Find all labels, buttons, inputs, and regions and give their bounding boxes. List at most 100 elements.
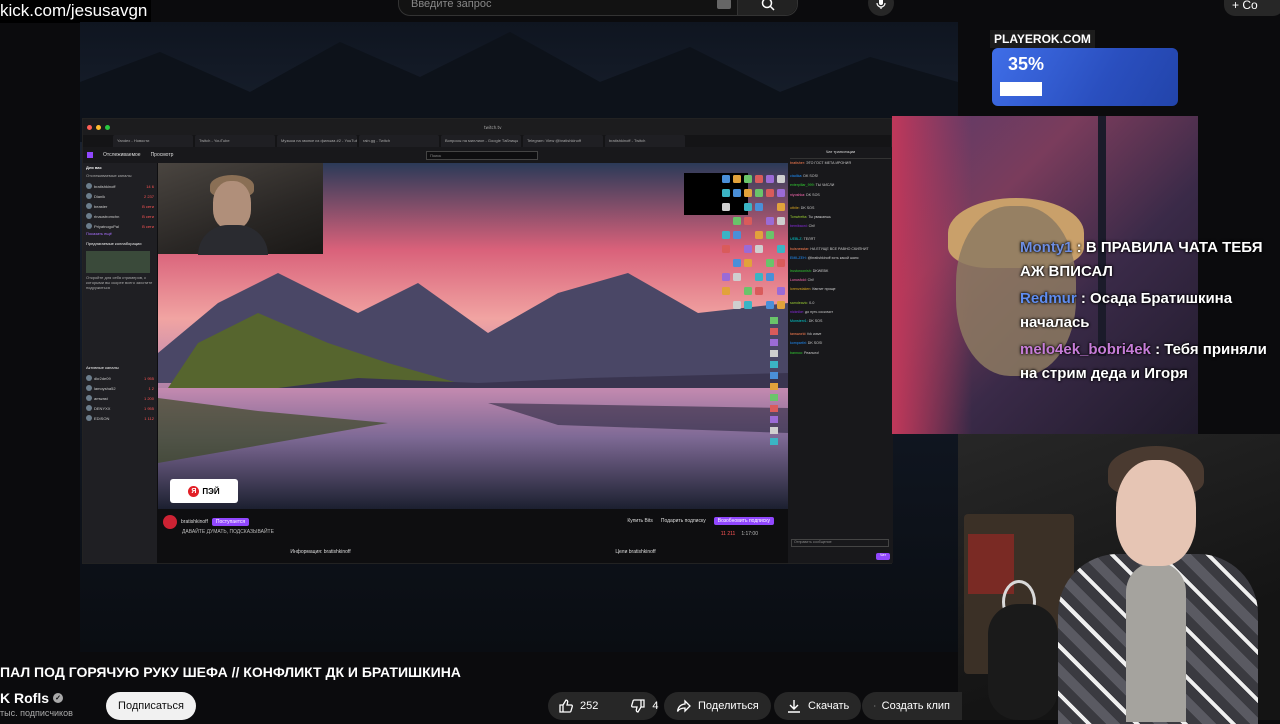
collab-thumbnail[interactable] (86, 251, 150, 273)
voice-search-button[interactable] (868, 0, 894, 16)
twitch-chat: Чат трансляции bratisher: ЭТО ГОСТ МЕТА … (788, 147, 893, 563)
sidebar-channel[interactable]: rinaustromchnВ сети (86, 211, 154, 221)
sidebar-channel[interactable]: lamoysha521 2 (86, 383, 154, 393)
create-button[interactable]: + Со (1224, 0, 1280, 16)
desktop-icon (777, 203, 785, 211)
desktop-icon (733, 231, 741, 239)
chat-message: nicknike: до путь соскочит (790, 310, 891, 315)
goals-tab[interactable]: Цели bratishkinoff (615, 549, 655, 555)
maximize-window-icon[interactable] (105, 125, 110, 130)
chat-message: Monsterv1: DK SOS (790, 319, 891, 324)
desktop-icon (722, 189, 730, 197)
desktop-icon (770, 361, 778, 368)
chat-input[interactable]: Отправить сообщение (791, 539, 889, 547)
dislike-button[interactable]: 4 (620, 692, 668, 720)
browser-tab[interactable]: Telegram: View @bratishkinoff (523, 135, 603, 147)
avatar (86, 375, 92, 381)
chat-message: bemibaoni: Chi! (790, 224, 891, 229)
desktop-icon (744, 175, 752, 183)
desktop-icon (777, 175, 785, 183)
close-window-icon[interactable] (87, 125, 92, 130)
share-button[interactable]: Поделиться (664, 692, 771, 720)
search-button[interactable] (737, 0, 797, 15)
search-box[interactable]: Введите запрос (398, 0, 798, 16)
browser-tab[interactable]: bratishkinoff - Twitch (605, 135, 685, 147)
search-icon (761, 0, 775, 11)
sidebar-channel[interactable]: PriyatnogoPalВ сети (86, 221, 154, 231)
minimize-window-icon[interactable] (96, 125, 101, 130)
chat-message: lorenzstaken: Квитит проще (790, 287, 891, 292)
search-input[interactable]: Введите запрос (399, 0, 717, 10)
desktop-icon (766, 217, 774, 225)
overlay-message: Monty1 : В ПРАВИЛА ЧАТА ТЕБЯ АЖ ВПИСАЛ (1020, 236, 1280, 284)
desktop-icon (777, 189, 785, 197)
chat-message: samdeavic: 0-0 (790, 301, 891, 306)
thumbs-up-icon (558, 698, 574, 714)
uptime: 1:17:00 (741, 531, 758, 537)
sidebar-channel[interactable]: amwast1 200 (86, 393, 154, 403)
follow-button[interactable]: Поступается (212, 518, 249, 526)
kick-url-text: kick.com/jesusavgn (0, 0, 151, 23)
download-button[interactable]: Скачать (774, 692, 861, 720)
subscribe-button[interactable]: Подписаться (106, 692, 196, 720)
channel-name[interactable]: K Rofls✓ (0, 690, 63, 706)
show-more-link[interactable]: Показать ещё (86, 231, 154, 241)
twitch-browser-window: twitch.tv Yandex - Новости Twitch - YouT… (82, 118, 892, 564)
desktop-icon (770, 328, 778, 335)
keyboard-icon[interactable] (717, 0, 731, 9)
sidebar-channel[interactable]: bratishkinoff14 6 (86, 181, 154, 191)
info-tab[interactable]: Информация: bratishkinoff (290, 549, 350, 555)
promo-title: PLAYEROK.COM (990, 30, 1095, 48)
sidebar-channel[interactable]: EDISON1 112 (86, 413, 154, 423)
desktop-icon (744, 287, 752, 295)
twitch-search-input[interactable]: Поиск (426, 151, 538, 160)
clip-button[interactable]: Создать клип (862, 692, 962, 720)
resub-button[interactable]: Возобновить подписку (714, 517, 774, 525)
browser-tab[interactable]: Музыка на звонке из фильма #2 - YouTube (277, 135, 357, 147)
browser-tab[interactable]: Yandex - Новости (113, 135, 193, 147)
sidebar-header: Для вас (86, 165, 154, 173)
bits-button[interactable]: Купить Bits (627, 518, 653, 524)
desktop-icons (658, 167, 786, 457)
desktop-icon (733, 301, 741, 309)
chat-messages: bratisher: ЭТО ГОСТ МЕТА ИРОНИЯctadika: … (790, 161, 891, 356)
sidebar-channel[interactable]: beasterВ сети (86, 201, 154, 211)
chat-overlay: Monty1 : В ПРАВИЛА ЧАТА ТЕБЯ АЖ ВПИСАЛ R… (1020, 236, 1280, 389)
chat-message: otbite: DK SOS (790, 206, 891, 211)
promo-discount: 35% (1008, 54, 1044, 75)
desktop-icon (733, 217, 741, 225)
browser-tabs: Yandex - Новости Twitch - YouTube Музыка… (83, 135, 891, 147)
browser-tab[interactable]: Вопросы на миллион - Google Таблицы (441, 135, 521, 147)
desktop-icon (770, 427, 778, 434)
streamer-name[interactable]: bratishkinoff (181, 519, 208, 525)
chat-message: bratisher: ЭТО ГОСТ МЕТА ИРОНИЯ (790, 161, 891, 166)
desktop-icon (744, 189, 752, 197)
sidebar-channel[interactable]: Dianik2 237 (86, 191, 154, 201)
gift-sub-button[interactable]: Подарить подписку (661, 518, 706, 524)
url-bar[interactable]: twitch.tv (484, 125, 501, 130)
desktop-icon (755, 175, 763, 183)
desktop-icon (777, 245, 785, 253)
desktop-icon (766, 301, 774, 309)
avatar (86, 395, 92, 401)
nav-browse[interactable]: Просмотр (151, 152, 174, 158)
desktop-icon (722, 175, 730, 183)
browser-tab[interactable]: Twitch - YouTube (195, 135, 275, 147)
sidebar-channel[interactable]: DENYXX1 955 (86, 403, 154, 413)
like-button[interactable]: 252 (548, 692, 608, 720)
stream-info-bar: bratishkinoff Поступается ДАВАЙТЕ ДУМАТЬ… (158, 509, 788, 563)
chat-send-button[interactable]: Чат (876, 553, 890, 560)
desktop-icon (722, 245, 730, 253)
desktop-icon (766, 273, 774, 281)
browser-tab[interactable]: rain.gg - Twitch (359, 135, 439, 147)
overlay-message: Redmur : Осада Братишкина началась (1020, 287, 1280, 335)
nav-following[interactable]: Отслеживаемое (103, 152, 141, 158)
avatar (86, 415, 92, 421)
chat-message: kompartiri: DK SOS! (790, 341, 891, 346)
streamer-avatar[interactable] (163, 515, 177, 529)
twitch-logo-icon[interactable] (87, 152, 93, 158)
desktop-icon (755, 273, 763, 281)
twitch-video-player[interactable]: ЯПЭЙ (158, 163, 788, 509)
sidebar-channel[interactable]: dkr2de091 955 (86, 373, 154, 383)
twitch-sidebar: Для вас Отслеживаемые каналы bratishkino… (83, 163, 157, 563)
